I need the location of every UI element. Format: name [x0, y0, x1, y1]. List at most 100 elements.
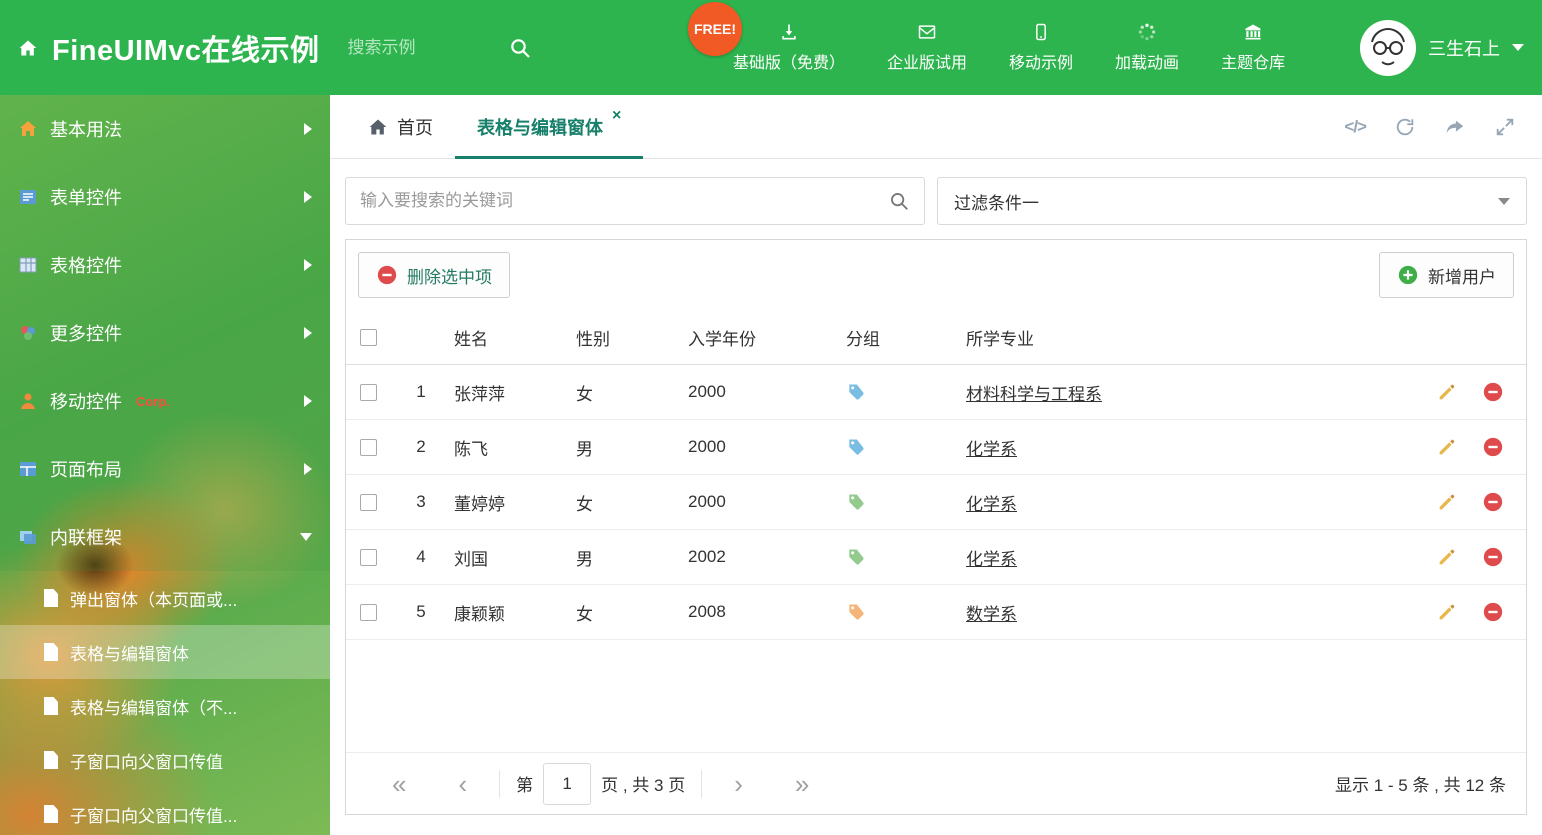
- delete-icon[interactable]: [1482, 491, 1504, 513]
- row-index: 2: [416, 437, 426, 456]
- nav-loading-animation[interactable]: 加载动画: [1094, 22, 1200, 73]
- sidebar-subitem-grid-edit-window[interactable]: 表格与编辑窗体: [0, 625, 330, 679]
- edit-icon[interactable]: [1436, 436, 1458, 458]
- nav-label: 加载动画: [1115, 55, 1180, 72]
- page-first-button[interactable]: «: [366, 771, 432, 797]
- sidebar-item-grid-controls[interactable]: 表格控件: [0, 231, 330, 299]
- user-menu[interactable]: 三生石上: [1360, 0, 1524, 95]
- row-checkbox[interactable]: [360, 438, 377, 456]
- col-major[interactable]: 所学专业: [950, 325, 1406, 350]
- header-search-input[interactable]: [347, 37, 508, 58]
- major-link[interactable]: 化学系: [966, 440, 1017, 459]
- chevron-right-icon: [304, 259, 312, 271]
- user-name: 三生石上: [1428, 38, 1500, 59]
- sidebar-item-label: 更多控件: [50, 324, 122, 344]
- sidebar-subitem-label: 表格与编辑窗体（不...: [70, 698, 238, 718]
- sidebar-item-page-layout[interactable]: 页面布局: [0, 435, 330, 503]
- sidebar-subitem-child-to-parent-2[interactable]: 子窗口向父窗口传值...: [0, 787, 330, 835]
- nav-label: 企业版试用: [887, 55, 968, 72]
- brand[interactable]: FineUIMvc在线示例: [0, 27, 320, 69]
- sidebar-item-form-controls[interactable]: 表单控件: [0, 163, 330, 231]
- tag-icon: [849, 549, 864, 565]
- row-checkbox[interactable]: [360, 383, 377, 401]
- refresh-icon[interactable]: [1394, 116, 1416, 138]
- major-link[interactable]: 数学系: [966, 605, 1017, 624]
- plus-circle-icon: [1398, 265, 1418, 285]
- chevron-right-icon: [304, 123, 312, 135]
- delete-icon[interactable]: [1482, 381, 1504, 403]
- delete-icon[interactable]: [1482, 436, 1504, 458]
- delete-icon[interactable]: [1482, 546, 1504, 568]
- add-user-button[interactable]: 新增用户: [1379, 252, 1514, 298]
- nav-mobile-demo[interactable]: 移动示例: [988, 22, 1094, 73]
- tag-icon: [849, 604, 864, 620]
- sidebar-item-iframe[interactable]: 内联框架: [0, 503, 330, 571]
- major-link[interactable]: 化学系: [966, 550, 1017, 569]
- chevron-right-icon: [304, 327, 312, 339]
- home-icon: [19, 40, 37, 55]
- edit-icon[interactable]: [1436, 546, 1458, 568]
- tab-label: 表格与编辑窗体: [477, 117, 603, 138]
- row-name: 张萍萍: [454, 384, 505, 404]
- row-checkbox[interactable]: [360, 548, 377, 566]
- select-all-checkbox[interactable]: [360, 328, 377, 346]
- caret-down-icon: [1498, 197, 1510, 205]
- sidebar-subitem-child-to-parent[interactable]: 子窗口向父窗口传值: [0, 733, 330, 787]
- table-row: 2 陈飞 男 2000 化学系: [346, 420, 1526, 475]
- nav-label: 移动示例: [1009, 55, 1074, 72]
- edit-icon[interactable]: [1436, 601, 1458, 623]
- delete-selected-button[interactable]: 删除选中项: [358, 252, 510, 298]
- row-gender: 男: [576, 439, 593, 459]
- spinner-icon: [1138, 23, 1156, 41]
- filter-dropdown[interactable]: 过滤条件一: [937, 177, 1527, 225]
- bank-icon: [1245, 24, 1261, 40]
- more-controls-icon: [21, 326, 35, 340]
- row-name: 董婷婷: [454, 494, 505, 514]
- main-content: 首页 表格与编辑窗体 × </> 输入要搜索的关键词 过滤条件一 删除选中项 新…: [330, 95, 1542, 835]
- sidebar-item-basic-usage[interactable]: 基本用法: [0, 95, 330, 163]
- col-name[interactable]: 姓名: [444, 325, 566, 350]
- tab-grid-edit-window[interactable]: 表格与编辑窗体 ×: [455, 95, 644, 159]
- sidebar-subitem-label: 子窗口向父窗口传值: [70, 752, 223, 772]
- page-last-button[interactable]: »: [769, 771, 835, 797]
- file-icon: [44, 805, 58, 823]
- major-link[interactable]: 材料科学与工程系: [966, 385, 1102, 404]
- sidebar-subitem-popup-window[interactable]: 弹出窗体（本页面或...: [0, 571, 330, 625]
- data-table: 姓名 性别 入学年份 分组 所学专业 1 张萍萍 女 2000 材料科学与工程系…: [346, 310, 1526, 640]
- open-new-window-icon[interactable]: [1444, 116, 1466, 138]
- fullscreen-icon[interactable]: [1494, 116, 1516, 138]
- page-prev-button[interactable]: ‹: [432, 771, 493, 797]
- keyword-search-input[interactable]: [360, 191, 888, 211]
- envelope-icon: [918, 25, 936, 39]
- sidebar-item-more-controls[interactable]: 更多控件: [0, 299, 330, 367]
- sidebar-item-label: 表格控件: [50, 256, 122, 276]
- row-checkbox[interactable]: [360, 493, 377, 511]
- button-label: 删除选中项: [407, 267, 492, 287]
- col-group[interactable]: 分组: [830, 325, 950, 350]
- search-icon[interactable]: [508, 36, 532, 60]
- filter-dropdown-value: 过滤条件一: [954, 193, 1039, 213]
- page-next-button[interactable]: ›: [708, 771, 769, 797]
- row-year: 2000: [688, 437, 726, 456]
- page-number-input[interactable]: [543, 762, 592, 805]
- view-source-icon[interactable]: </>: [1344, 117, 1367, 137]
- row-checkbox[interactable]: [360, 603, 377, 621]
- tab-home[interactable]: 首页: [346, 95, 455, 158]
- search-icon[interactable]: [888, 190, 910, 212]
- sidebar-subitem-grid-edit-window-2[interactable]: 表格与编辑窗体（不...: [0, 679, 330, 733]
- col-gender[interactable]: 性别: [566, 325, 678, 350]
- row-gender: 女: [576, 604, 593, 624]
- row-name: 刘国: [454, 549, 488, 569]
- edit-icon[interactable]: [1436, 381, 1458, 403]
- col-year[interactable]: 入学年份: [678, 325, 830, 350]
- record-summary: 显示 1 - 5 条 , 共 12 条: [1335, 776, 1506, 795]
- nav-theme-store[interactable]: 主题仓库: [1200, 22, 1306, 73]
- major-link[interactable]: 化学系: [966, 495, 1017, 514]
- nav-enterprise-trial[interactable]: 企业版试用: [866, 22, 988, 73]
- tab-close-icon[interactable]: ×: [612, 107, 621, 125]
- sidebar-item-mobile-controls[interactable]: 移动控件 Corp.: [0, 367, 330, 435]
- delete-icon[interactable]: [1482, 601, 1504, 623]
- sidebar-item-label: 基本用法: [50, 120, 122, 140]
- home-icon: [369, 119, 387, 134]
- edit-icon[interactable]: [1436, 491, 1458, 513]
